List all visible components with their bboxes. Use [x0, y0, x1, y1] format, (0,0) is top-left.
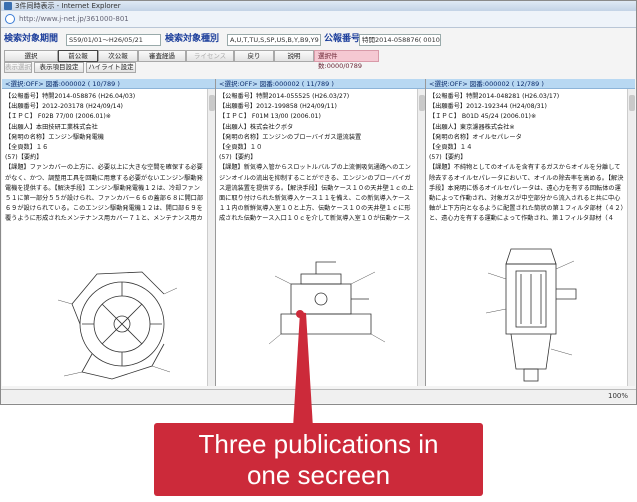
callout-box: Three publications in one secreen — [154, 423, 483, 496]
callout-line-1: Three publications in — [198, 429, 439, 459]
callout-line-2: one secreen — [246, 460, 391, 490]
